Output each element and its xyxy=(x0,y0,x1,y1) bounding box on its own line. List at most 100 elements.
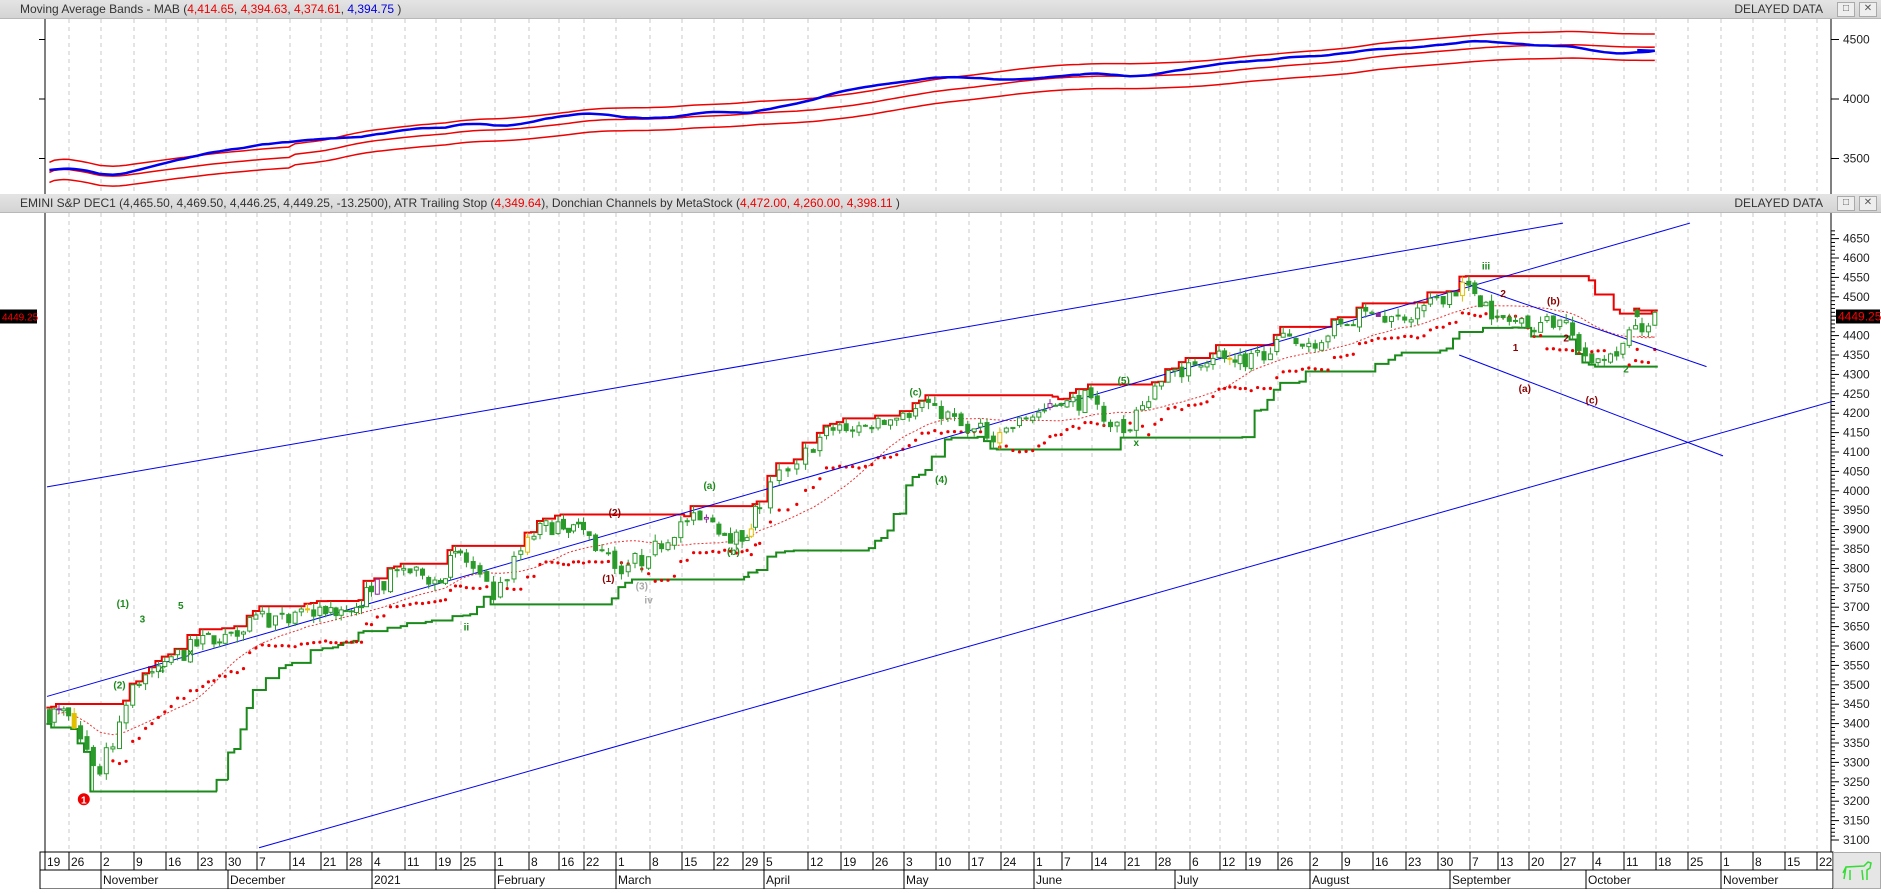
candle-body xyxy=(697,510,703,521)
atr-stop-dot xyxy=(1332,355,1336,360)
atr-stop-dot xyxy=(600,560,604,564)
candle xyxy=(1165,369,1171,383)
candle-body xyxy=(744,537,750,541)
atr-stop-dot xyxy=(532,574,536,578)
date-tick-label: 29 xyxy=(745,855,759,869)
date-tick-label: 12 xyxy=(1222,855,1236,869)
candle-body xyxy=(984,422,990,439)
date-tick-label: 8 xyxy=(652,855,659,869)
candle-body xyxy=(61,708,67,712)
close-icon[interactable]: ✕ xyxy=(1859,2,1877,17)
atr-stop-dot xyxy=(1564,348,1568,352)
candle-body xyxy=(497,581,503,598)
wave-label: 1 xyxy=(1513,343,1519,354)
y-tick-label: 4050 xyxy=(1843,464,1870,478)
month-label: July xyxy=(1177,873,1198,887)
y-tick-label: 3950 xyxy=(1843,503,1870,517)
atr-stop-dot xyxy=(1558,348,1562,352)
y-tick-label: 4500 xyxy=(1843,290,1870,304)
candle-body xyxy=(1389,316,1394,322)
candle-body xyxy=(1165,370,1171,383)
restore-icon[interactable]: □ xyxy=(1837,196,1855,211)
atr-stop-dot xyxy=(339,641,343,645)
atr-stop-dot xyxy=(571,560,576,564)
candle-body xyxy=(646,556,652,569)
logo-icon xyxy=(1833,852,1881,889)
candle-body xyxy=(862,424,868,427)
candle-body xyxy=(785,468,791,472)
date-tick-label: 8 xyxy=(1755,855,1762,869)
candle-body xyxy=(420,568,425,576)
candle xyxy=(181,649,187,661)
atr-stop-dot xyxy=(758,541,762,546)
candle-body xyxy=(1064,400,1070,408)
candle-body xyxy=(1614,351,1620,357)
candle-body xyxy=(1531,329,1537,333)
atr-stop-dot xyxy=(260,643,264,647)
candle xyxy=(1472,280,1478,297)
candle-body xyxy=(333,607,339,617)
atr-stop-dot xyxy=(1071,424,1075,429)
donchian-values: 4,472.00, 4,260.00, 4,398.11 xyxy=(740,196,893,210)
candle-body xyxy=(1639,323,1645,333)
candle-body xyxy=(311,609,317,617)
atr-stop-dot xyxy=(117,761,122,766)
chart-canvas[interactable]: 4500400035003100315032003250330033503400… xyxy=(0,0,1881,889)
atr-stop-dot xyxy=(280,644,284,648)
candle-body xyxy=(665,542,671,551)
candle-body xyxy=(317,606,323,616)
restore-icon[interactable]: □ xyxy=(1837,2,1855,17)
y-tick-label: 3750 xyxy=(1843,581,1870,595)
candle-body xyxy=(1121,419,1127,434)
candle-body xyxy=(413,566,419,571)
month-label: February xyxy=(497,873,545,887)
candle-body xyxy=(374,578,380,595)
atr-stop-dot xyxy=(1473,313,1477,317)
atr-stop-dot xyxy=(420,601,425,606)
wave-label: 2 xyxy=(1563,333,1569,344)
candle-body xyxy=(525,536,531,553)
month-label: November xyxy=(1723,873,1778,887)
atr-stop-dot xyxy=(1383,337,1387,341)
candle-body xyxy=(659,543,665,550)
atr-stop-dot xyxy=(1268,386,1272,390)
candle-body xyxy=(767,481,773,509)
candle-body xyxy=(1198,364,1204,368)
atr-stop-dot xyxy=(369,623,374,627)
y-tick-label: 4400 xyxy=(1843,329,1870,343)
close-icon[interactable]: ✕ xyxy=(1859,196,1877,211)
atr-stop-dot xyxy=(1370,338,1374,343)
candle-body xyxy=(753,505,758,528)
candle-body xyxy=(1477,295,1483,308)
candle-body xyxy=(279,612,285,615)
atr-stop-dot xyxy=(786,508,790,512)
date-tick-label: 9 xyxy=(136,855,143,869)
candle-body xyxy=(504,579,510,582)
atr-stop-dot xyxy=(723,548,727,552)
candle-body xyxy=(123,704,129,724)
candle-body xyxy=(1459,281,1465,297)
candle-body xyxy=(175,649,181,656)
date-tick-label: 9 xyxy=(1344,855,1351,869)
atr-stop-dot xyxy=(195,688,199,693)
candle-body xyxy=(739,530,745,542)
atr-stop-dot xyxy=(1339,355,1343,359)
candle-body xyxy=(1210,357,1216,366)
candle-body xyxy=(1299,343,1305,347)
atr-stop-dot xyxy=(745,548,749,552)
atr-stop-dot xyxy=(1004,444,1008,448)
wave-label: (a) xyxy=(703,481,715,492)
atr-stop-dot xyxy=(318,640,322,644)
candle-body xyxy=(576,521,581,525)
candle-body xyxy=(194,639,200,647)
candle-body xyxy=(599,549,605,552)
atr-stop-dot xyxy=(1262,386,1266,391)
date-tick-label: 27 xyxy=(1563,855,1577,869)
atr-stop-dot xyxy=(818,477,822,481)
date-tick-label: 1 xyxy=(497,855,504,869)
atr-stop-dot xyxy=(666,578,670,582)
atr-stop-dot xyxy=(679,559,683,564)
candle-body xyxy=(1325,335,1331,343)
candle-body xyxy=(1242,353,1248,368)
atr-stop-dot xyxy=(1153,422,1157,426)
